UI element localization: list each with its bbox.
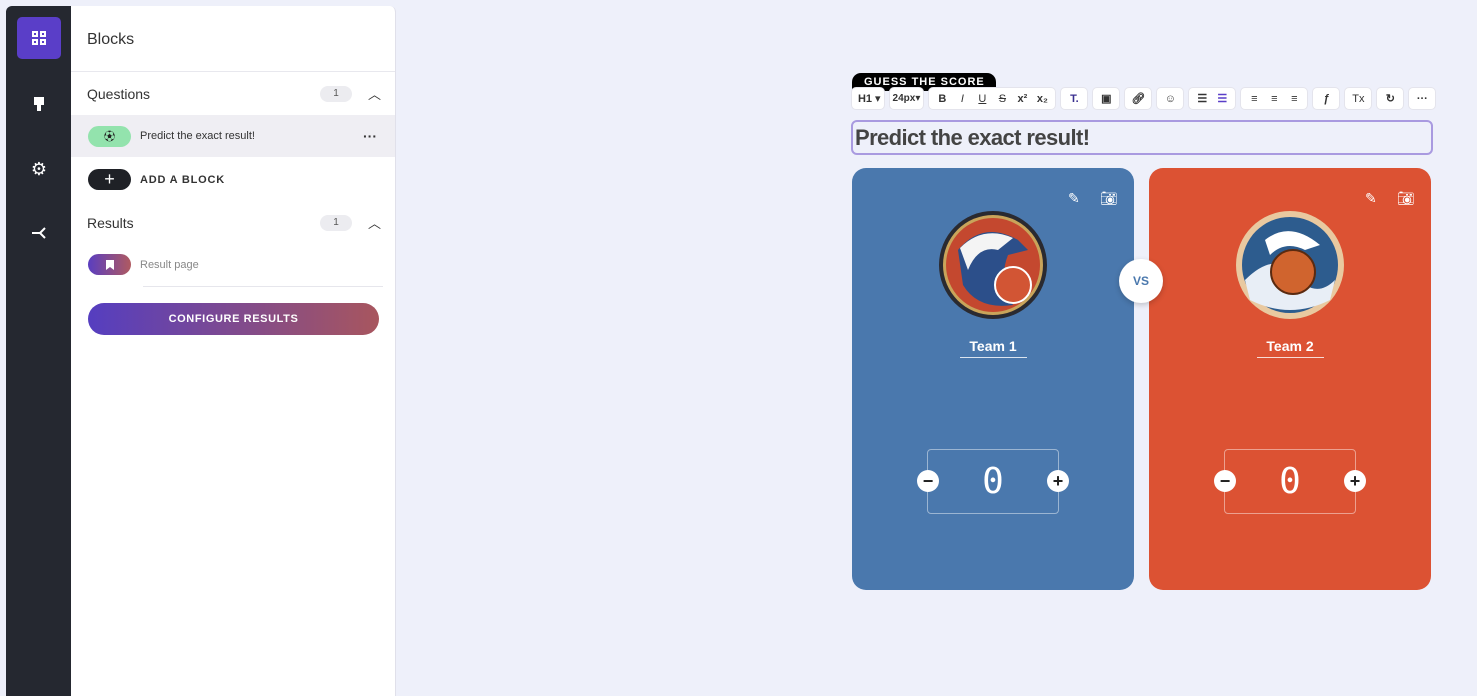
emoji-button[interactable]: ☺ xyxy=(1156,87,1185,110)
paint-brush-icon[interactable]: ✎ xyxy=(1068,190,1080,207)
text-color-icon: T. xyxy=(1070,92,1079,105)
align-right-icon[interactable]: ≡ xyxy=(1284,93,1304,105)
align-left-icon[interactable]: ≡ xyxy=(1244,93,1264,105)
list-group: ☰ ☰ xyxy=(1188,87,1237,110)
clear-format-icon: Tx xyxy=(1352,92,1365,105)
link-icon: 🔗︎ xyxy=(1131,93,1146,105)
heading-select[interactable]: H1 ▾ xyxy=(851,87,885,110)
divider xyxy=(143,286,383,287)
team-1-card: ✎ 📷︎ Team 1 0 − + xyxy=(852,168,1134,590)
link-button[interactable]: 🔗︎ xyxy=(1124,87,1153,110)
text-color-button[interactable]: T. xyxy=(1060,87,1089,110)
score-value[interactable]: 0 xyxy=(927,449,1059,514)
font-size-select[interactable]: 24px ▾ xyxy=(888,87,925,110)
flow-nav-button[interactable] xyxy=(17,212,61,254)
decrement-button[interactable]: − xyxy=(917,470,939,492)
paint-brush-icon xyxy=(34,97,44,111)
plus-icon: + xyxy=(88,169,131,190)
result-item[interactable]: Result page xyxy=(71,254,395,275)
vs-badge: VS xyxy=(1119,259,1163,303)
design-nav-button[interactable] xyxy=(17,83,61,125)
blocks-panel: Blocks Questions 1 ︿ ⚽︎ Predict the exac… xyxy=(71,6,396,696)
image-icon: ▣ xyxy=(1101,93,1112,105)
configure-results-button[interactable]: CONFIGURE RESULTS xyxy=(88,303,379,335)
team-name[interactable]: Team 1 xyxy=(852,338,1134,354)
function-icon: ƒ xyxy=(1323,92,1330,105)
question-item[interactable]: ⚽︎ Predict the exact result! ··· xyxy=(71,115,395,157)
question-label: Predict the exact result! xyxy=(140,130,255,142)
count-badge: 1 xyxy=(319,214,352,231)
subscript-button[interactable]: x₂ xyxy=(1032,93,1052,105)
section-label: Results xyxy=(87,214,134,231)
underline xyxy=(960,357,1027,358)
score-value[interactable]: 0 xyxy=(1224,449,1356,514)
more-button[interactable]: ··· xyxy=(1408,87,1437,110)
sidebar-rail: ⚙ xyxy=(6,6,71,696)
chevron-up-icon[interactable]: ︿ xyxy=(368,213,381,232)
question-title-input[interactable]: Predict the exact result! xyxy=(851,120,1433,155)
heading-value: H1 xyxy=(857,92,873,105)
align-center-icon[interactable]: ≡ xyxy=(1264,93,1284,105)
numbered-list-icon[interactable]: ☰ xyxy=(1212,92,1232,105)
chevron-up-icon[interactable]: ︿ xyxy=(368,84,381,103)
strikethrough-button[interactable]: S xyxy=(992,93,1012,105)
team-1-logo[interactable] xyxy=(938,210,1048,320)
team-name[interactable]: Team 2 xyxy=(1149,338,1431,354)
count-badge: 1 xyxy=(319,85,352,102)
team-2-logo[interactable] xyxy=(1235,210,1345,320)
panel-title: Blocks xyxy=(87,31,135,48)
format-group: B I U S x² x₂ xyxy=(928,87,1057,110)
text-toolbar: H1 ▾ 24px ▾ B I U S x² x₂ T. ▣ 🔗︎ ☺ ☰ ☰ ≡ ≡ ≡… xyxy=(851,87,1437,110)
bookmark-icon xyxy=(88,254,131,275)
align-group: ≡ ≡ ≡ xyxy=(1240,87,1309,110)
share-flow-icon xyxy=(32,227,46,239)
decrement-button[interactable]: − xyxy=(1214,470,1236,492)
more-options-icon[interactable]: ··· xyxy=(363,128,377,144)
gear-icon: ⚙ xyxy=(30,158,48,179)
increment-button[interactable]: + xyxy=(1344,470,1366,492)
team-2-card: ✎ 📷︎ Team 2 0 − + xyxy=(1149,168,1431,590)
clear-format-button[interactable]: Tx xyxy=(1344,87,1373,110)
settings-nav-button[interactable]: ⚙ xyxy=(17,148,61,190)
italic-button[interactable]: I xyxy=(952,93,972,105)
more-icon: ··· xyxy=(1416,92,1428,105)
result-label: Result page xyxy=(140,258,199,271)
camera-icon[interactable]: 📷︎ xyxy=(1100,190,1118,207)
emoji-icon: ☺ xyxy=(1164,92,1176,105)
image-button[interactable]: ▣ xyxy=(1092,87,1121,110)
increment-button[interactable]: + xyxy=(1047,470,1069,492)
soccer-ball-icon: ⚽︎ xyxy=(88,125,131,147)
results-section-header[interactable]: Results 1 ︿ xyxy=(87,213,381,232)
formula-button[interactable]: ƒ xyxy=(1312,87,1341,110)
bullet-list-icon[interactable]: ☰ xyxy=(1192,92,1212,105)
grid-icon xyxy=(32,31,46,45)
undo-button[interactable]: ↻ xyxy=(1376,87,1405,110)
paint-brush-icon[interactable]: ✎ xyxy=(1365,190,1377,207)
underline xyxy=(1257,357,1324,358)
section-label: Questions xyxy=(87,85,151,102)
add-block-label: ADD A BLOCK xyxy=(140,173,225,186)
divider xyxy=(71,71,395,72)
font-size-value: 24px xyxy=(892,93,916,104)
underline-button[interactable]: U xyxy=(972,93,992,105)
questions-section-header[interactable]: Questions 1 ︿ xyxy=(87,84,381,103)
add-block-button[interactable]: + ADD A BLOCK xyxy=(71,169,395,190)
camera-icon[interactable]: 📷︎ xyxy=(1397,190,1415,207)
undo-icon: ↻ xyxy=(1385,93,1395,105)
superscript-button[interactable]: x² xyxy=(1012,93,1032,105)
blocks-nav-button[interactable] xyxy=(17,17,61,59)
bold-button[interactable]: B xyxy=(932,93,952,105)
